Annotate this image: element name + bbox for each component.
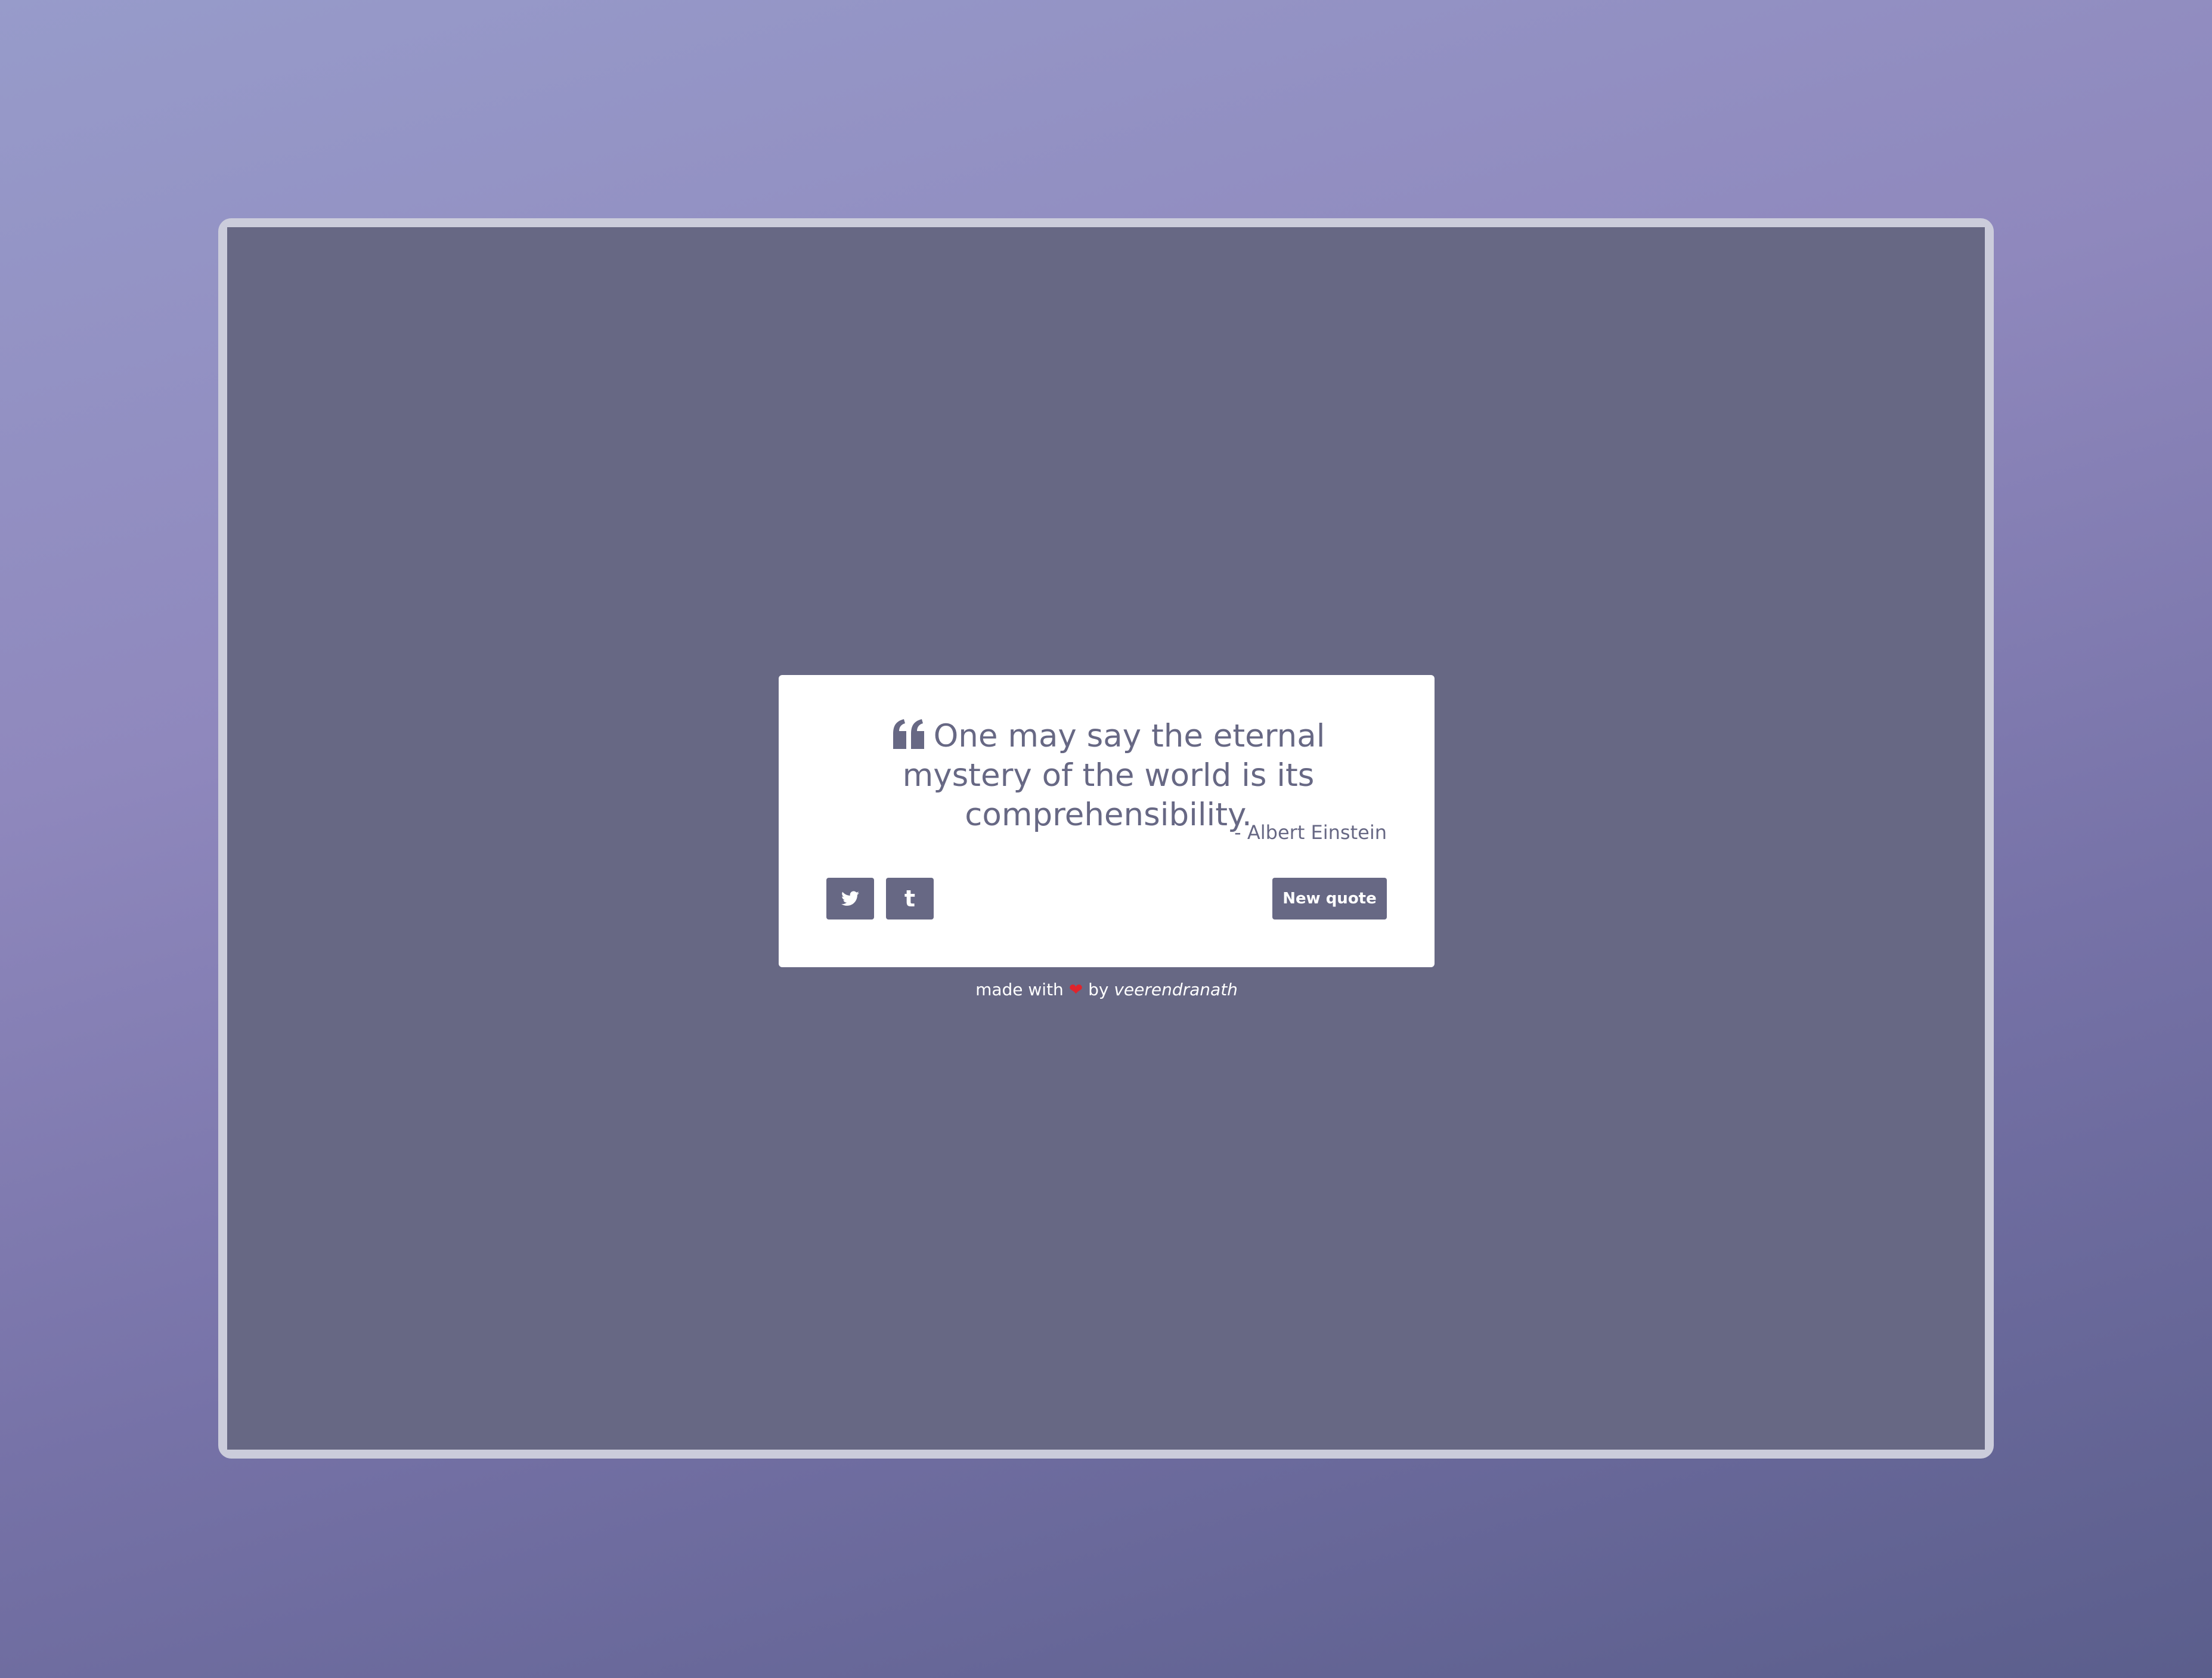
footer-made-with: made with [975, 980, 1064, 999]
quote-card: One may say the eternal mystery of the w… [779, 675, 1435, 967]
quote-text-block: One may say the eternal mystery of the w… [831, 717, 1386, 835]
tumblr-icon: t [904, 886, 916, 912]
heart-icon: ❤ [1068, 980, 1083, 999]
footer-author-link[interactable]: veerendranath [1114, 980, 1238, 999]
footer-credit: made with ❤ by veerendranath [779, 978, 1435, 1002]
quote-text: One may say the eternal mystery of the w… [902, 718, 1325, 833]
twitter-icon [841, 891, 859, 906]
tweet-quote-button[interactable] [826, 878, 874, 920]
post-tumblr-button[interactable]: t [886, 878, 934, 920]
quote-author: - Albert Einstein [1234, 821, 1387, 844]
quote-left-icon [893, 719, 924, 749]
browser-frame: One may say the eternal mystery of the w… [218, 218, 1994, 1459]
footer-by: by [1088, 980, 1109, 999]
new-quote-button[interactable]: New quote [1272, 878, 1387, 920]
page-viewport: One may say the eternal mystery of the w… [227, 227, 1985, 1450]
